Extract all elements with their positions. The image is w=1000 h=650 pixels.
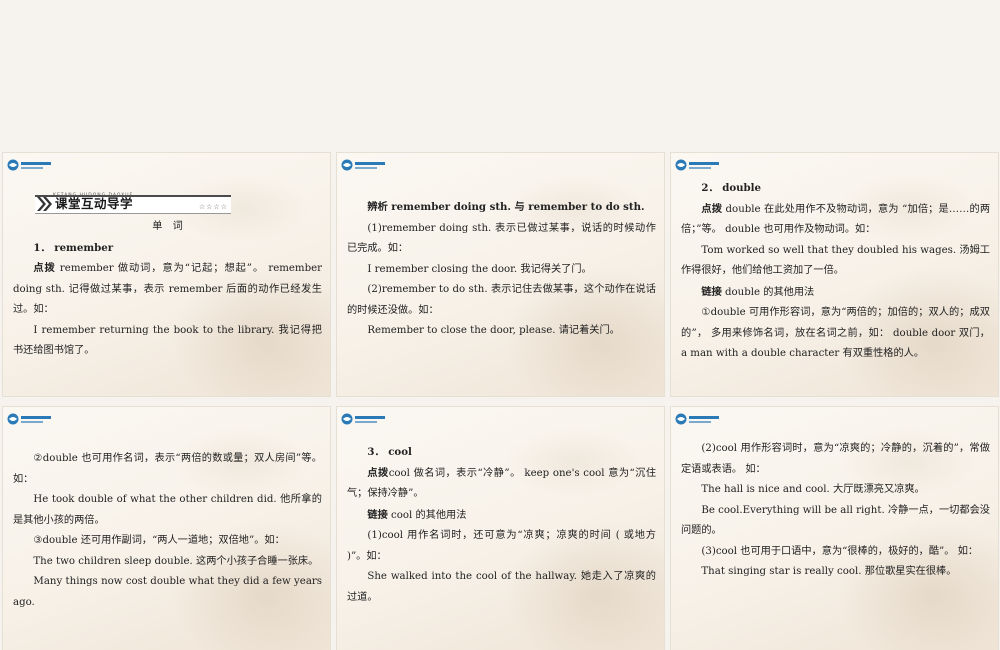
example-sentence: The hall is nice and cool. 大厅既漂亮又凉爽。 <box>701 484 925 495</box>
paragraph: 链接 double 的其他用法 <box>701 285 815 298</box>
word-heading: 3． cool <box>367 446 412 458</box>
paragraph: ②double 也可用作名词，表示“两倍的数或量；双人房间”等。如： <box>13 453 322 485</box>
example-sentence: I remember returning the book to the lib… <box>13 324 322 357</box>
publisher-logo <box>675 412 721 426</box>
double-chevron-icon <box>37 197 52 211</box>
label-bianxi: 辨析 <box>367 201 388 213</box>
paragraph: (1)remember doing sth. 表示已做过某事，说话的时候动作已完… <box>347 222 656 255</box>
example-sentence: Remember to close the door, please. 请记着关… <box>367 325 620 336</box>
label-dianbo: 点拨 <box>367 466 389 479</box>
banner-stars: ☆☆☆☆ <box>198 203 228 211</box>
slide-6: (2)cool 用作形容词时，意为“凉爽的；冷静的，沉着的”，常做定语或表语。 … <box>671 407 998 650</box>
example-sentence: She walked into the cool of the hallway.… <box>347 571 656 603</box>
subheading: 单 词 <box>152 221 183 232</box>
label-lianjie: 链接 <box>701 285 722 298</box>
paragraph: 点拨 remember 做动词，意为“记起；想起”。 remember doin… <box>13 262 323 315</box>
label-lianjie: 链接 <box>367 508 388 521</box>
slide-3: 2． double 点拨 double 在此处用作不及物动词，意为 “加倍；是…… <box>671 153 998 396</box>
slide-5: 3． cool 点拨cool 做名词，表示“冷静”。 keep one's co… <box>337 407 664 650</box>
publisher-logo <box>7 158 53 172</box>
paragraph: ③double 还可用作副词，“两人一道地；双倍地”。如： <box>33 535 285 546</box>
example-sentence: I remember closing the door. 我记得关了门。 <box>367 263 592 275</box>
paragraph: 辨析 remember doing sth. 与 remember to do … <box>367 201 645 213</box>
publisher-logo <box>675 158 721 172</box>
slide-1: KETANG HUDONG DAOXUE 课堂互动导学 ☆☆☆☆ 单 词 1． … <box>3 153 330 396</box>
example-sentence: Be cool.Everything will be all right. 冷静… <box>681 504 990 537</box>
label-dianbo: 点拨 <box>701 202 723 215</box>
slide-2: 辨析 remember doing sth. 与 remember to do … <box>337 153 664 396</box>
slide-4: ②double 也可用作名词，表示“两倍的数或量；双人房间”等。如： He to… <box>3 407 330 650</box>
example-sentence: The two children sleep double. 这两个小孩子合睡一… <box>33 555 319 567</box>
paragraph: (2)cool 用作形容词时，意为“凉爽的；冷静的，沉着的”，常做定语或表语。 … <box>681 443 990 475</box>
example-sentence: He took double of what the other childre… <box>13 494 322 526</box>
paragraph: 链接 cool 的其他用法 <box>367 508 467 521</box>
label-dianbo: 点拨 <box>33 262 56 274</box>
example-sentence: Many things now cost double what they di… <box>13 576 322 608</box>
word-heading: 1． remember <box>33 241 114 254</box>
paragraph: ①double 可用作形容词，意为“两倍的；加倍的；双人的；成双的”， 多用来修… <box>681 307 990 359</box>
word-heading: 2． double <box>701 182 762 194</box>
paragraph: (3)cool 也可用于口语中，意为“很棒的，极好的，酷”。 如： <box>701 545 979 557</box>
example-sentence: Tom worked so well that they doubled his… <box>681 244 990 277</box>
section-banner: KETANG HUDONG DAOXUE 课堂互动导学 ☆☆☆☆ <box>35 191 231 214</box>
publisher-logo <box>341 158 387 172</box>
example-sentence: That singing star is really cool. 那位歌星实在… <box>701 566 957 577</box>
paragraph: 点拨 double 在此处用作不及物动词，意为 “加倍；是……的两倍；”等。 d… <box>681 202 991 236</box>
publisher-logo <box>341 412 387 426</box>
paragraph: (2)remember to do sth. 表示记住去做某事，这个动作在说话的… <box>347 284 656 316</box>
banner-title: 课堂互动导学 <box>55 196 134 211</box>
publisher-logo <box>7 412 53 426</box>
paragraph: 点拨cool 做名词，表示“冷静”。 keep one's cool 意为“沉住… <box>347 466 657 500</box>
paragraph: (1)cool 用作名词时，还可意为“凉爽；凉爽的时间 ( 或地方 )”。如： <box>347 530 656 562</box>
